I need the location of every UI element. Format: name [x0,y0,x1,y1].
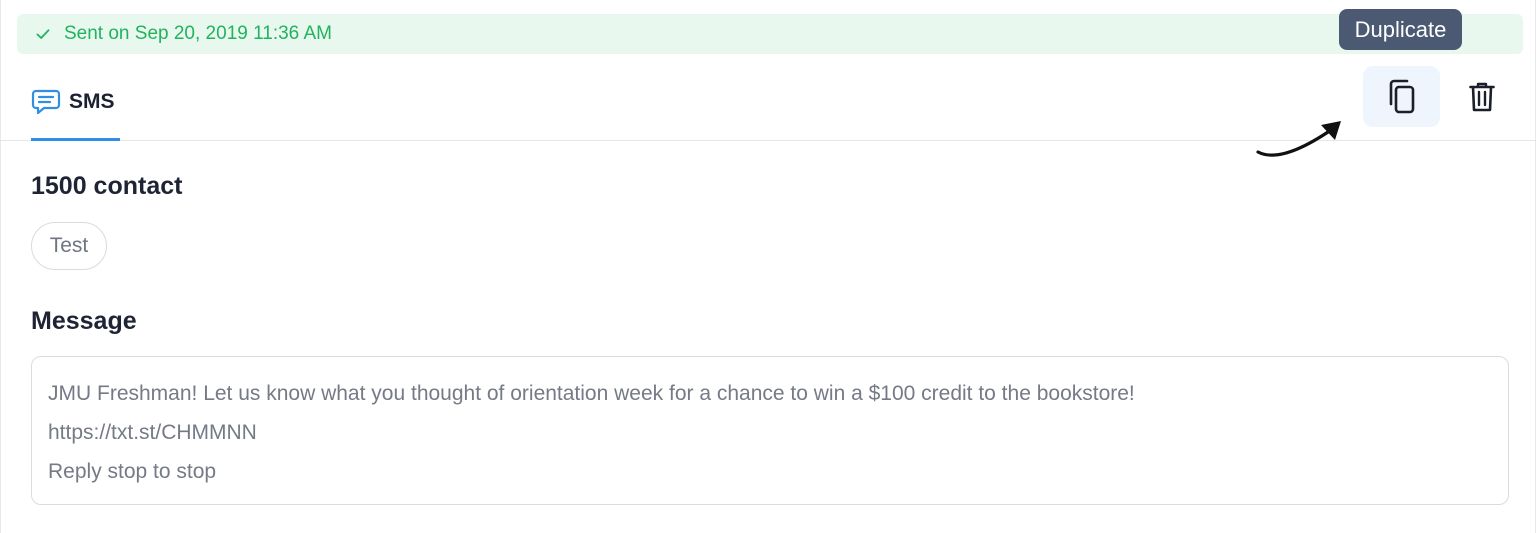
message-body: JMU Freshman! Let us know what you thoug… [31,356,1509,505]
duplicate-icon [1389,79,1414,113]
campaign-card: Sent on Sep 20, 2019 11:36 AM SMS Duplic… [0,0,1536,533]
tab-sms-label: SMS [69,90,115,113]
delete-button[interactable] [1451,66,1513,127]
message-line: https://txt.st/CHMMNN [48,421,257,444]
tag-pill[interactable]: Test [31,222,107,270]
message-line: JMU Freshman! Let us know what you thoug… [48,382,1135,405]
sent-status-banner: Sent on Sep 20, 2019 11:36 AM [17,14,1523,54]
contact-count: 1500 contact [31,172,183,200]
message-heading: Message [31,307,137,335]
message-line: Reply stop to stop [48,460,217,483]
duplicate-button[interactable] [1363,66,1440,127]
tab-sms[interactable]: SMS [31,66,120,141]
annotation-arrow-icon [1256,121,1341,157]
chat-bubble-icon [31,89,61,115]
sent-status-text: Sent on Sep 20, 2019 11:36 AM [64,23,332,44]
trash-icon [1469,82,1495,111]
duplicate-tooltip: Duplicate [1339,9,1462,50]
check-icon [35,26,51,42]
